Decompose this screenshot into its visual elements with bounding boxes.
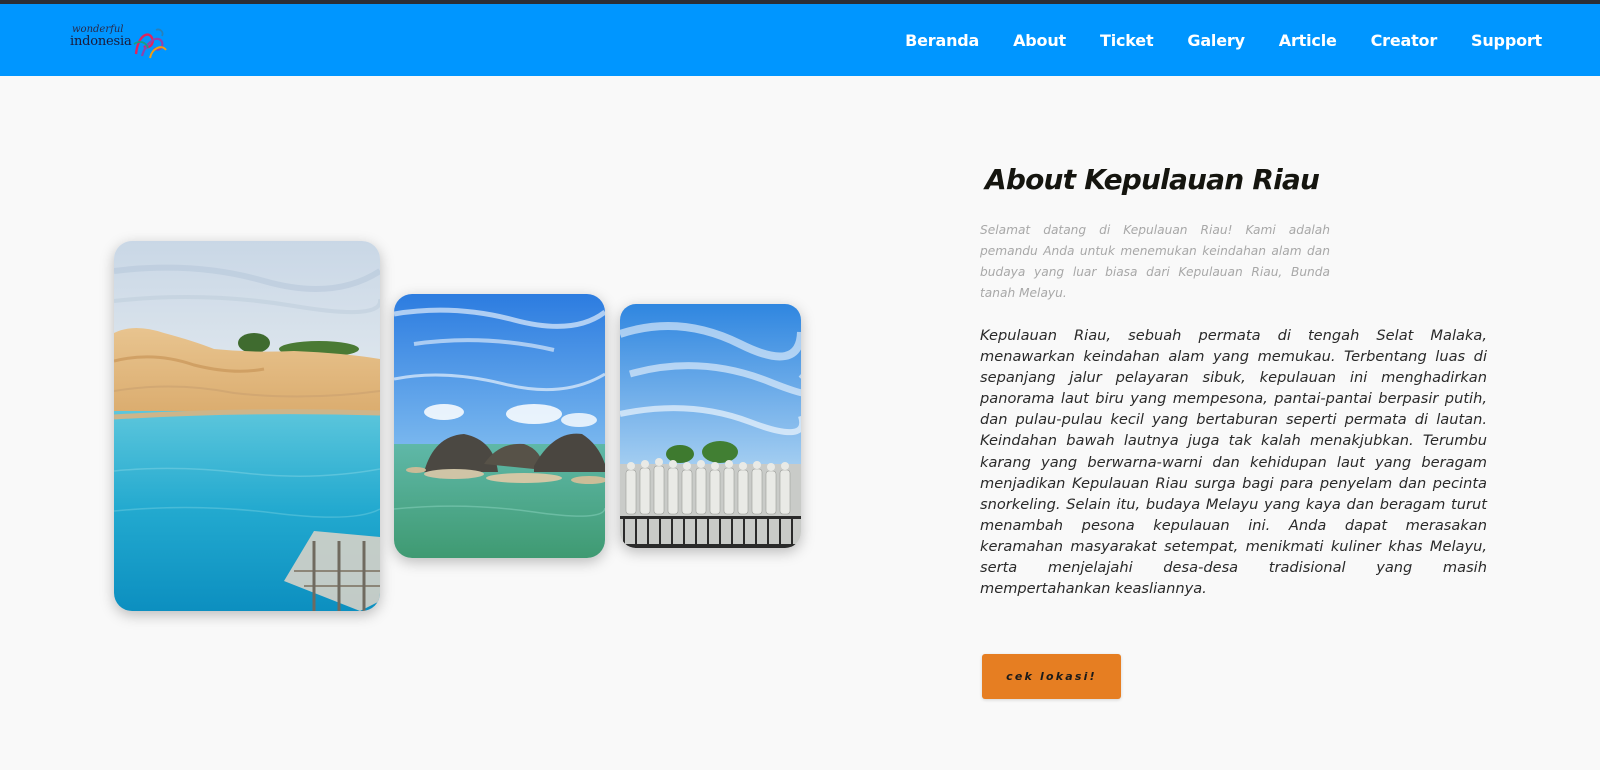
nav-support[interactable]: Support: [1471, 31, 1542, 50]
nav-about[interactable]: About: [1013, 31, 1066, 50]
about-intro-text: Selamat datang di Kepulauan Riau! Kami a…: [980, 223, 1330, 300]
logo-main-text: indonesia: [70, 34, 132, 49]
cek-lokasi-button[interactable]: cek lokasi!: [982, 654, 1121, 699]
nav-article[interactable]: Article: [1279, 31, 1337, 50]
about-body-text: Kepulauan Riau, sebuah permata di tengah…: [980, 327, 1487, 598]
rock-beach-photo: [394, 294, 605, 558]
statues-photo: [620, 304, 801, 548]
nav-ticket[interactable]: Ticket: [1100, 31, 1154, 50]
nav-galery[interactable]: Galery: [1187, 31, 1245, 50]
about-title: About Kepulauan Riau: [985, 163, 1320, 196]
nav-beranda[interactable]: Beranda: [905, 31, 979, 50]
nav-creator[interactable]: Creator: [1371, 31, 1438, 50]
wonderful-indonesia-logo[interactable]: wonderful indonesia: [70, 22, 170, 62]
main-nav: Beranda About Ticket Galery Article Crea…: [905, 4, 1542, 76]
logo-swirl-icon: [133, 28, 167, 59]
navbar: wonderful indonesia Beranda About Ticket…: [0, 4, 1600, 76]
turquoise-lake-photo: [114, 241, 380, 611]
